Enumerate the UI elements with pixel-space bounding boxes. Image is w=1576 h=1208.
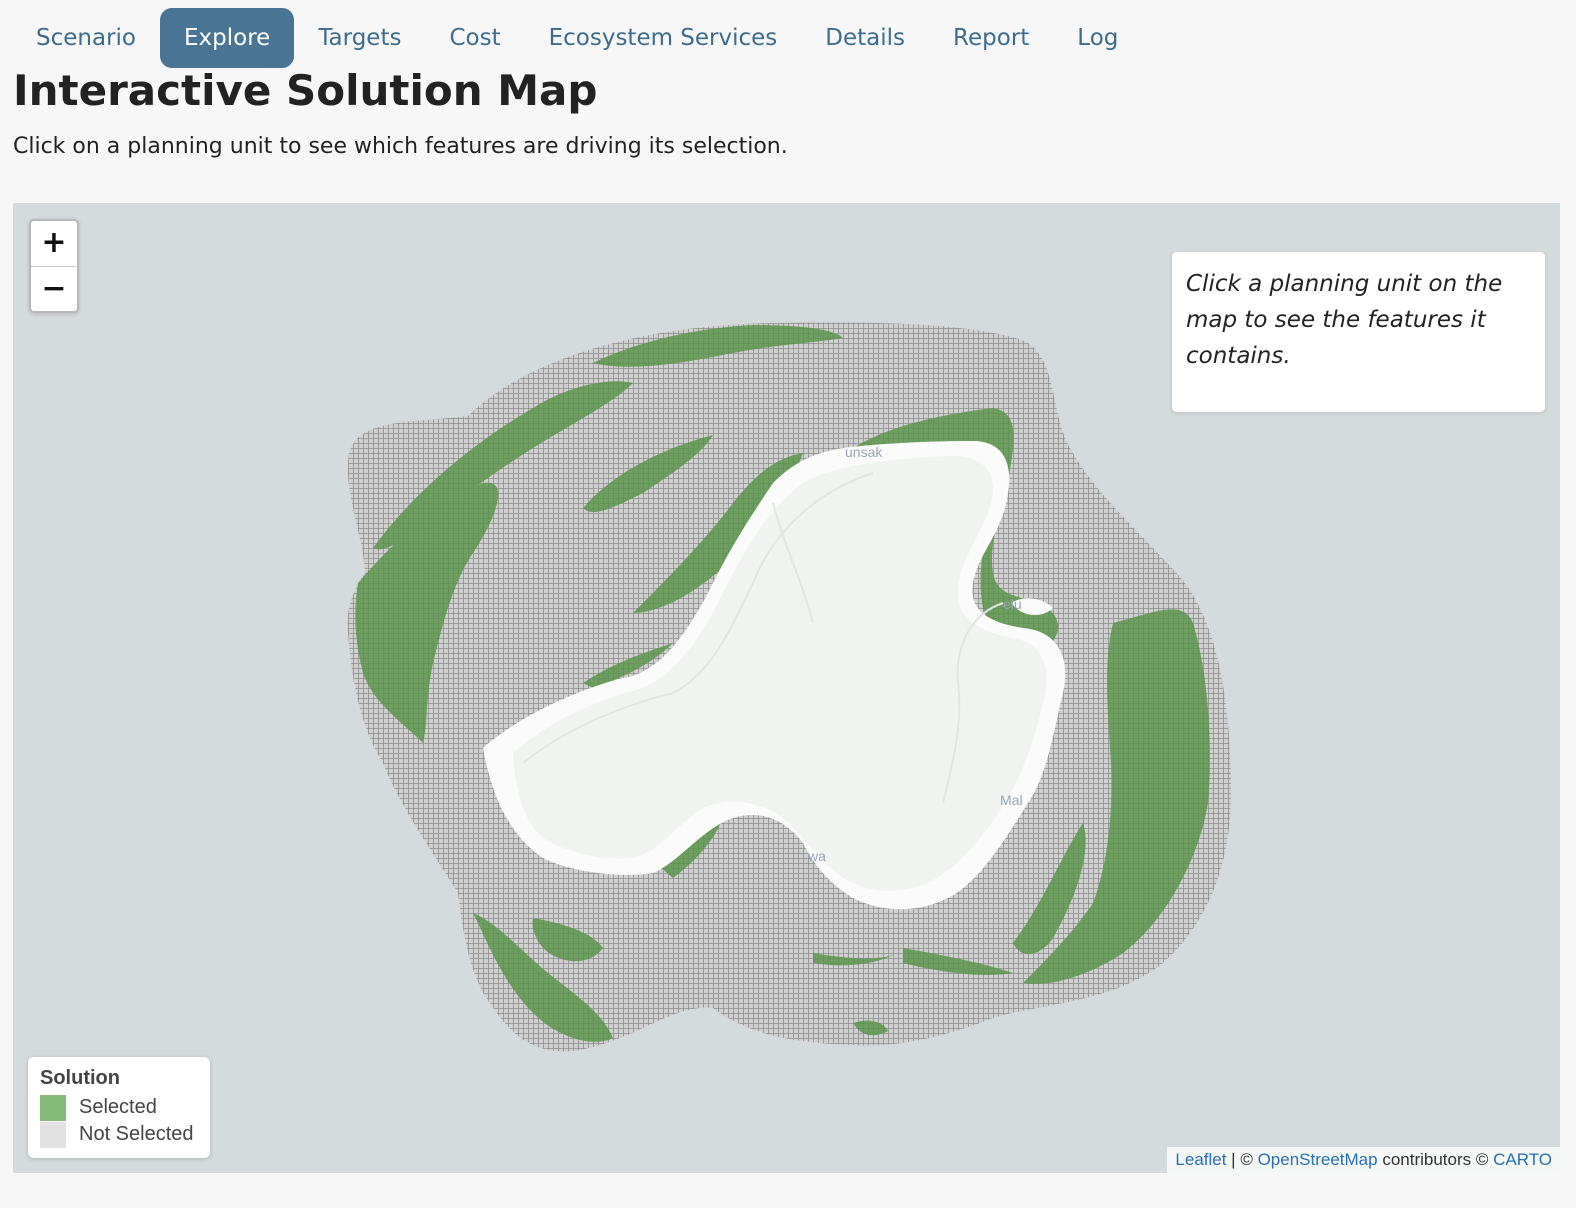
tab-report[interactable]: Report bbox=[929, 8, 1053, 68]
map-attribution: Leaflet | © OpenStreetMap contributors ©… bbox=[1167, 1147, 1560, 1173]
solution-legend: Solution Selected Not Selected bbox=[28, 1057, 210, 1158]
page-subtitle: Click on a planning unit to see which fe… bbox=[13, 134, 788, 159]
feature-info-panel: Click a planning unit on the map to see … bbox=[1172, 252, 1545, 412]
page-title: Interactive Solution Map bbox=[13, 66, 598, 115]
place-label-elu: elu bbox=[1003, 596, 1022, 612]
leaflet-link[interactable]: Leaflet bbox=[1175, 1150, 1226, 1169]
openstreetmap-link[interactable]: OpenStreetMap bbox=[1258, 1150, 1378, 1169]
carto-link[interactable]: CARTO bbox=[1493, 1150, 1552, 1169]
legend-label-not-selected: Not Selected bbox=[79, 1123, 194, 1145]
place-label-wa: wa bbox=[807, 848, 826, 864]
legend-label-selected: Selected bbox=[79, 1096, 157, 1118]
tab-details[interactable]: Details bbox=[801, 8, 929, 68]
legend-title: Solution bbox=[40, 1067, 120, 1089]
attribution-contributors: contributors © bbox=[1377, 1150, 1494, 1169]
tab-scenario[interactable]: Scenario bbox=[12, 8, 160, 68]
tab-navigation: Scenario Explore Targets Cost Ecosystem … bbox=[12, 8, 1142, 68]
tab-cost[interactable]: Cost bbox=[425, 8, 524, 68]
legend-item-not-selected: Not Selected bbox=[40, 1121, 198, 1148]
zoom-control: + − bbox=[29, 219, 79, 313]
attribution-separator: | © bbox=[1226, 1150, 1258, 1169]
tab-targets[interactable]: Targets bbox=[294, 8, 425, 68]
place-label-unsak: unsak bbox=[845, 444, 883, 460]
zoom-out-button[interactable]: − bbox=[31, 266, 77, 311]
legend-swatch-selected bbox=[40, 1094, 66, 1121]
tab-log[interactable]: Log bbox=[1053, 8, 1142, 68]
feature-info-text: Click a planning unit on the map to see … bbox=[1186, 271, 1503, 369]
legend-item-selected: Selected bbox=[40, 1094, 198, 1121]
zoom-in-button[interactable]: + bbox=[31, 221, 77, 266]
tab-explore[interactable]: Explore bbox=[160, 8, 295, 68]
legend-swatch-not-selected bbox=[40, 1121, 66, 1148]
place-label-mal: Mal bbox=[1000, 792, 1023, 808]
solution-map[interactable]: unsak elu Mal wa + − Click a planning un… bbox=[13, 203, 1560, 1173]
tab-ecosystem-services[interactable]: Ecosystem Services bbox=[525, 8, 802, 68]
